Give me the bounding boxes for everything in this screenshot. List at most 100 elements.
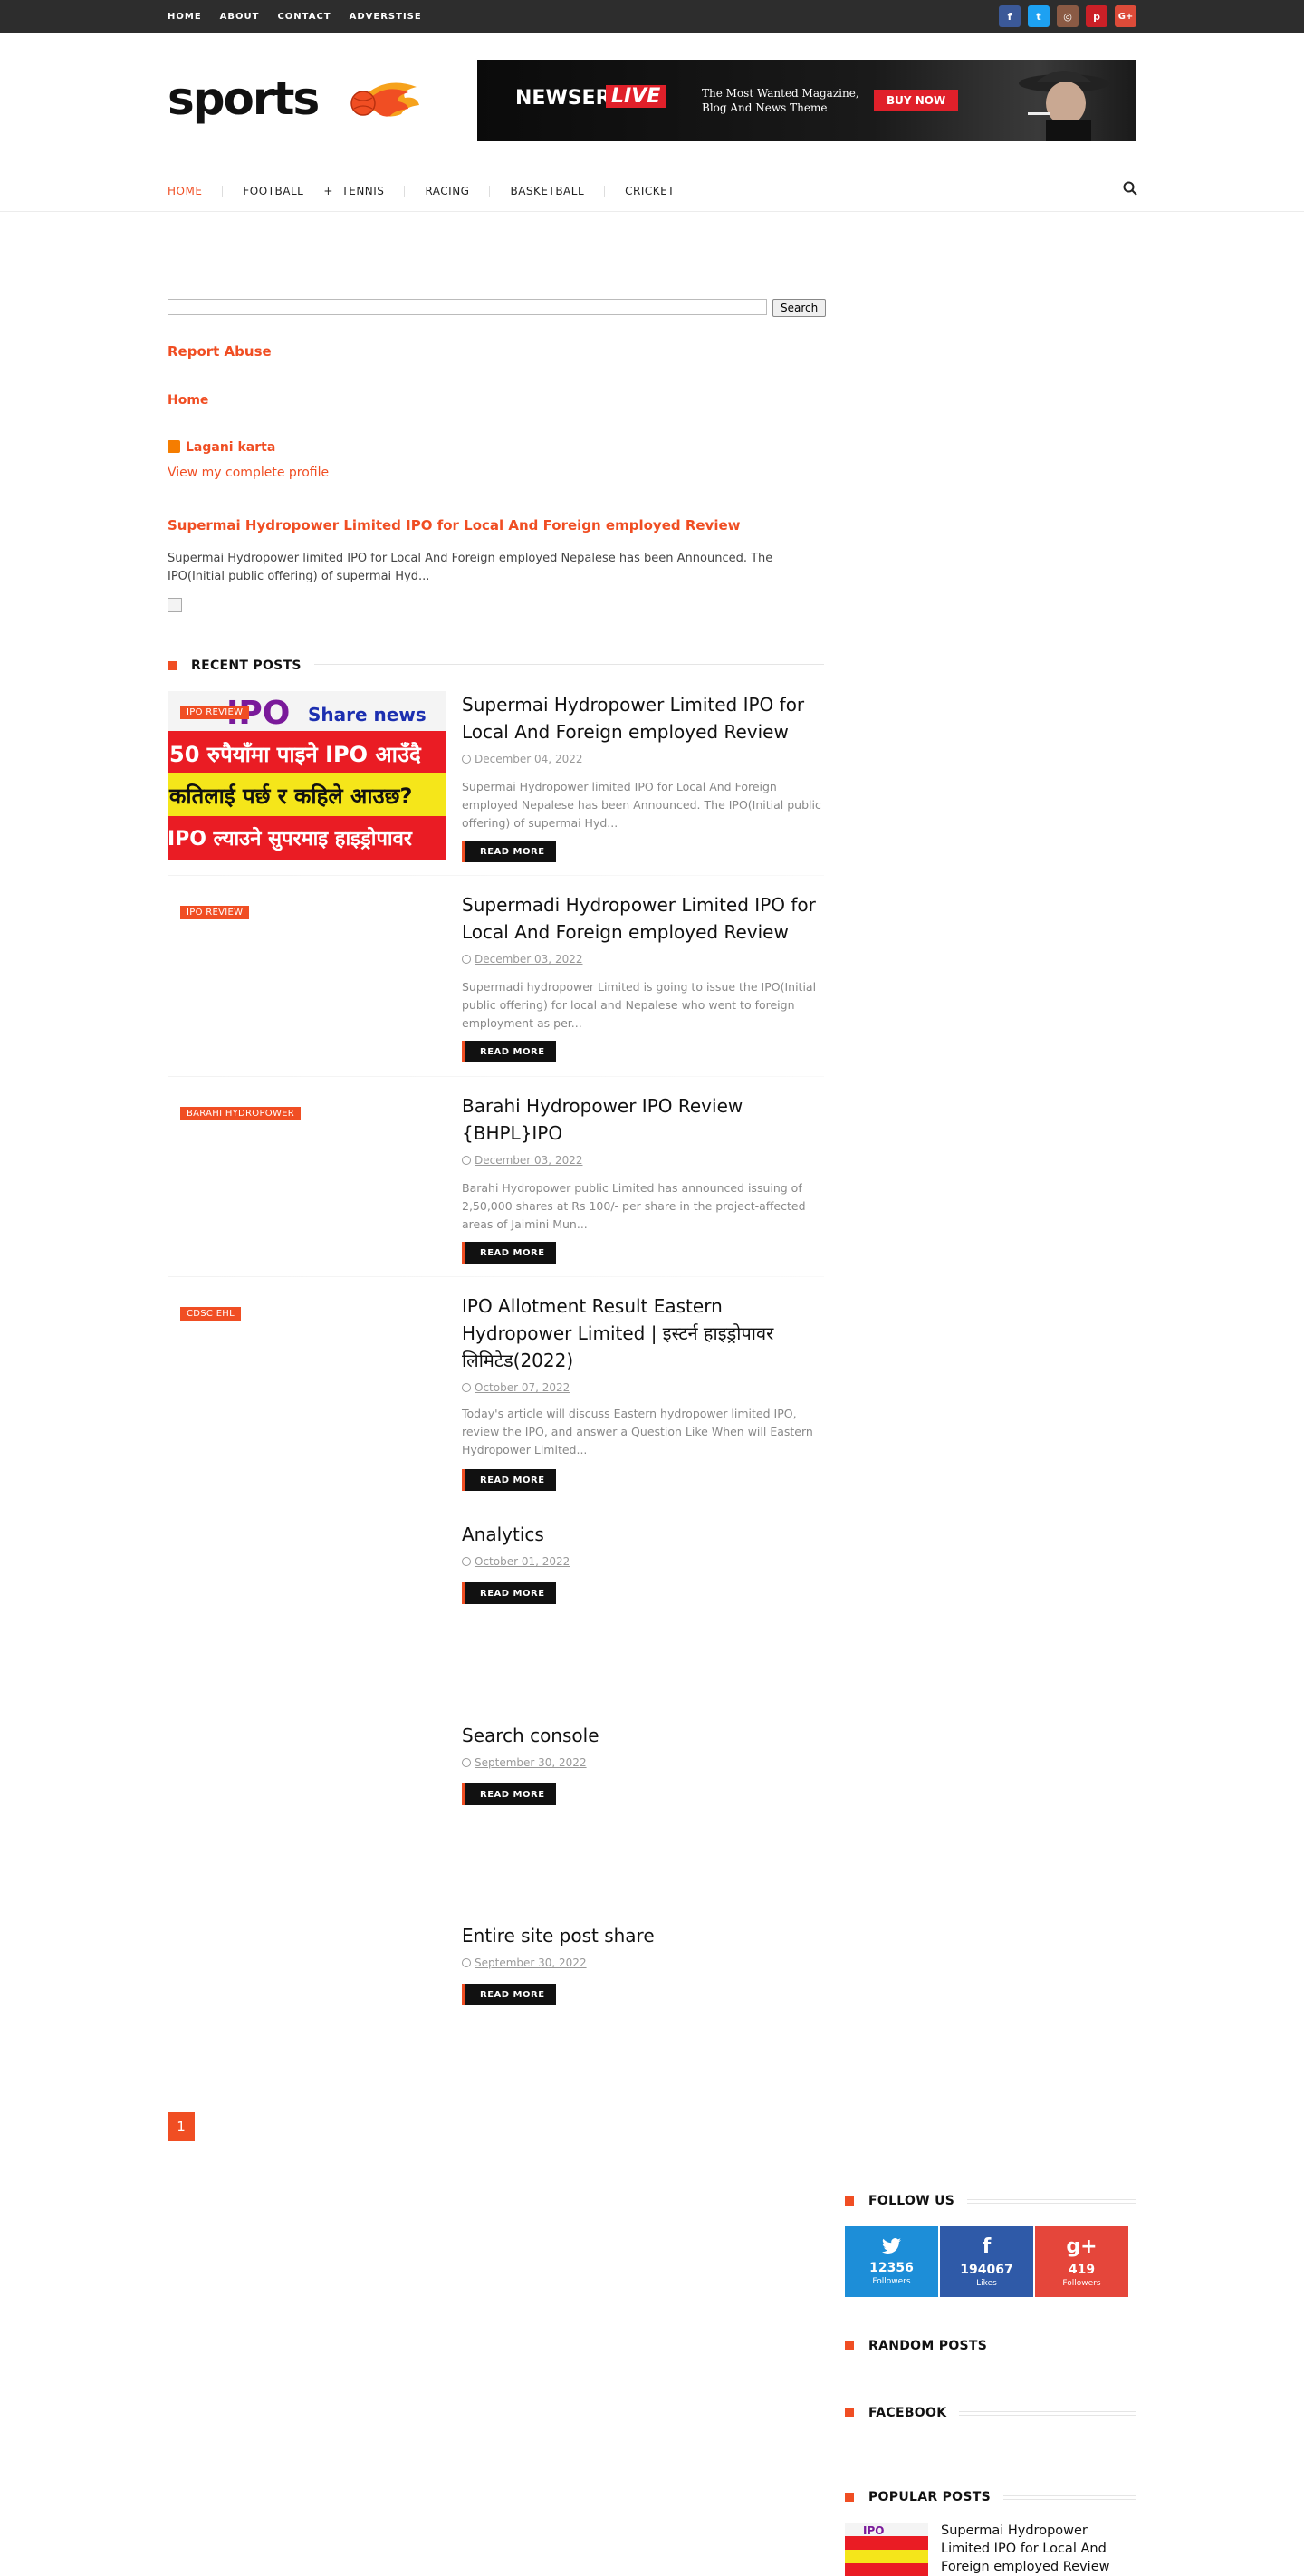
post-card: IPO Share news 50 रुपैयाँमा पाइने IPO आउ… <box>168 691 824 876</box>
search-input[interactable] <box>168 299 767 315</box>
post-date[interactable]: October 01, 2022 <box>462 1555 570 1568</box>
post-title[interactable]: Search console <box>462 1722 824 1749</box>
nav-tennis[interactable]: TENNIS <box>341 185 404 197</box>
flaming-ball-icon <box>350 82 419 117</box>
pinterest-icon[interactable]: p <box>1086 5 1107 27</box>
facebook-follow-box[interactable]: f 194067 Likes <box>940 2226 1033 2297</box>
report-abuse-link[interactable]: Report Abuse <box>168 343 272 360</box>
post-thumbnail[interactable]: IPO Share news 50 रुपैयाँमा पाइने IPO आउ… <box>168 691 446 860</box>
post-card: Analytics October 01, 2022 READ MORE <box>168 1521 824 1629</box>
nav-racing[interactable]: RACING <box>425 185 489 197</box>
post-date-text[interactable]: December 03, 2022 <box>475 953 582 966</box>
post-title[interactable]: IPO Allotment Result Eastern Hydropower … <box>462 1293 824 1374</box>
blogger-icon <box>168 440 180 453</box>
read-more-button[interactable]: READ MORE <box>462 1469 556 1491</box>
google-plus-follow-box[interactable]: g+ 419 Followers <box>1035 2226 1128 2297</box>
post-date-text[interactable]: October 07, 2022 <box>475 1381 570 1394</box>
post-date-text[interactable]: September 30, 2022 <box>475 1756 587 1769</box>
featured-post-snippet: Supermai Hydropower limited IPO for Loca… <box>168 552 773 583</box>
post-card: CDSC EHL IPO Allotment Result Eastern Hy… <box>168 1293 824 1501</box>
home-link[interactable]: Home <box>168 393 208 408</box>
instagram-icon[interactable]: ◎ <box>1057 5 1079 27</box>
profile-name-text[interactable]: Lagani karta <box>186 440 275 455</box>
search-button[interactable]: Search <box>772 299 827 317</box>
post-thumbnail[interactable]: IPO REVIEW <box>168 891 446 1060</box>
nav-divider <box>222 186 224 197</box>
post-date-text[interactable]: October 01, 2022 <box>475 1555 570 1568</box>
read-more-button[interactable]: READ MORE <box>462 1783 556 1805</box>
post-date[interactable]: September 30, 2022 <box>462 1956 587 1969</box>
post-title[interactable]: Analytics <box>462 1521 824 1548</box>
post-category-badge[interactable]: IPO REVIEW <box>180 906 250 919</box>
top-nav-home[interactable]: HOME <box>168 12 202 22</box>
featured-post-title[interactable]: Supermai Hydropower Limited IPO for Loca… <box>168 517 741 533</box>
follow-us-heading-text: FOLLOW US <box>868 2194 955 2208</box>
nav-cricket[interactable]: CRICKET <box>625 185 695 197</box>
post-date[interactable]: December 03, 2022 <box>462 953 582 966</box>
post-excerpt: Supermai Hydropower limited IPO for Loca… <box>462 780 821 830</box>
svg-text:IPO ल्याउने सुपरमाइ हाइड्रोपाव: IPO ल्याउने सुपरमाइ हाइड्रोपावर <box>168 826 413 851</box>
post-date[interactable]: December 03, 2022 <box>462 1154 582 1167</box>
read-more-button[interactable]: READ MORE <box>462 1984 556 2005</box>
post-title[interactable]: Entire site post share <box>462 1922 824 1949</box>
facebook-icon[interactable]: f <box>999 5 1021 27</box>
broken-image-icon <box>168 598 182 612</box>
nav-divider-line <box>0 211 1304 212</box>
post-title[interactable]: Supermai Hydropower Limited IPO for Loca… <box>462 691 824 745</box>
post-category-badge[interactable]: CDSC EHL <box>180 1307 242 1321</box>
google-plus-icon: g+ <box>1066 2235 1098 2258</box>
facebook-caption: Likes <box>976 2279 997 2288</box>
post-excerpt: Barahi Hydropower public Limited has ann… <box>462 1181 806 1231</box>
popular-post-thumbnail[interactable]: IPO <box>845 2523 928 2576</box>
post-date-text[interactable]: December 03, 2022 <box>475 1154 582 1167</box>
twitter-icon[interactable]: t <box>1028 5 1050 27</box>
facebook-heading-text: FACEBOOK <box>868 2406 947 2420</box>
read-more-button[interactable]: READ MORE <box>462 1242 556 1264</box>
banner-brand: NEWSER <box>515 87 611 110</box>
nav-divider <box>404 186 406 197</box>
popular-posts-heading-text: POPULAR POSTS <box>868 2490 991 2504</box>
post-title[interactable]: Barahi Hydropower IPO Review {BHPL}IPO <box>462 1092 824 1147</box>
nav-divider <box>489 186 491 197</box>
post-date[interactable]: October 07, 2022 <box>462 1381 570 1394</box>
post-category-badge[interactable]: BARAHI HYDROPOWER <box>180 1107 302 1120</box>
top-nav-advertise[interactable]: ADVERSTISE <box>350 12 422 22</box>
site-logo[interactable]: sports <box>168 71 421 127</box>
nav-home[interactable]: HOME <box>168 185 222 197</box>
post-thumbnail[interactable]: BARAHI HYDROPOWER <box>168 1092 446 1261</box>
twitter-follow-box[interactable]: 12356 Followers <box>845 2226 938 2297</box>
popular-post-title[interactable]: Supermai Hydropower Limited IPO for Loca… <box>941 2522 1136 2576</box>
read-more-button[interactable]: READ MORE <box>462 1041 556 1062</box>
post-title[interactable]: Supermadi Hydropower Limited IPO for Loc… <box>462 891 824 946</box>
post-thumbnail[interactable]: CDSC EHL <box>168 1293 446 1461</box>
nav-basketball[interactable]: BASKETBALL <box>510 185 604 197</box>
header-ad-banner[interactable]: NEWSER LIVE The Most Wanted Magazine, Bl… <box>477 60 1136 141</box>
svg-text:IPO: IPO <box>863 2524 884 2537</box>
post-date[interactable]: September 30, 2022 <box>462 1756 587 1769</box>
post-date-text[interactable]: December 04, 2022 <box>475 753 582 765</box>
clock-icon <box>462 1758 471 1767</box>
top-nav-contact[interactable]: CONTACT <box>277 12 331 22</box>
post-category-badge[interactable]: IPO REVIEW <box>180 706 250 719</box>
pagination-current-page[interactable]: 1 <box>168 2112 195 2141</box>
nav-football[interactable]: FOOTBALL <box>243 185 323 197</box>
clock-icon <box>462 955 471 964</box>
search-icon[interactable] <box>1123 181 1137 196</box>
twitter-icon <box>881 2238 901 2254</box>
profile-name[interactable]: Lagani karta <box>168 440 275 455</box>
read-more-button[interactable]: READ MORE <box>462 841 556 862</box>
read-more-button[interactable]: READ MORE <box>462 1582 556 1604</box>
clock-icon <box>462 1156 471 1165</box>
banner-buy-now-button[interactable]: BUY NOW <box>874 90 959 111</box>
recent-posts-heading-text: RECENT POSTS <box>191 658 302 673</box>
post-date[interactable]: December 04, 2022 <box>462 753 582 765</box>
facebook-like-count: 194067 <box>960 2263 1013 2277</box>
top-nav-about[interactable]: ABOUT <box>220 12 260 22</box>
google-plus-icon[interactable]: G+ <box>1115 5 1136 27</box>
plus-icon[interactable]: + <box>323 185 332 197</box>
top-social-links: f t ◎ p G+ <box>999 5 1136 27</box>
post-card: Search console September 30, 2022 READ M… <box>168 1722 824 1831</box>
post-date-text[interactable]: September 30, 2022 <box>475 1956 587 1969</box>
view-profile-link[interactable]: View my complete profile <box>168 466 329 480</box>
facebook-icon: f <box>982 2235 992 2258</box>
